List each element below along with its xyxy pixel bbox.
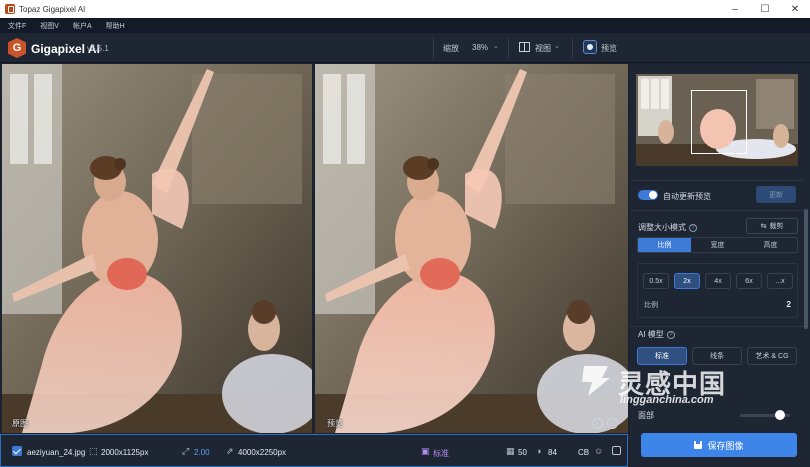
face-refine-label: 面部	[638, 411, 654, 420]
preview-caption: 预览	[327, 419, 343, 428]
scale-input[interactable]: 2	[787, 300, 791, 309]
scale-options-box: 0.5x 2x 4x 6x ...x 比例 2	[637, 263, 798, 318]
panel-divider	[630, 180, 804, 181]
model-art-cg-button[interactable]: 艺术 & CG	[747, 347, 797, 365]
panel-divider	[630, 210, 804, 211]
ai-model-options: 标准 线条 艺术 & CG	[637, 347, 797, 365]
tab-height[interactable]: 高度	[744, 238, 797, 252]
navigator-thumbnail[interactable]	[636, 74, 798, 166]
toolbar-divider	[572, 37, 573, 59]
save-image-label: 保存图像	[707, 440, 744, 451]
original-photo	[2, 64, 312, 433]
scale-option-6x[interactable]: 6x	[736, 273, 762, 289]
scale-value: 2.00	[194, 448, 210, 457]
file-select-checkbox[interactable]	[12, 446, 22, 456]
compare-icon[interactable]: ◐	[592, 418, 603, 429]
view-chevron-down-icon[interactable]: ⌄	[554, 42, 560, 50]
auto-update-toggle[interactable]	[638, 190, 658, 200]
toolbar-divider	[508, 37, 509, 59]
noise-icon: ▦	[506, 446, 515, 456]
app-icon	[5, 4, 15, 14]
version-label: v5.5.1	[87, 44, 109, 53]
toolbar-divider	[433, 37, 434, 59]
scale-option-custom[interactable]: ...x	[767, 273, 793, 289]
scale-option-2x[interactable]: 2x	[674, 273, 700, 289]
compression-value: CB	[578, 448, 590, 457]
window-title: Topaz Gigapixel AI	[19, 4, 86, 14]
file-status-bar[interactable]: aeziyuan_24.jpg ⬚ 2000x1125px ⤢ 2.00 ⇗ 4…	[0, 434, 628, 467]
crop-button[interactable]: ⇆ 裁剪	[746, 218, 798, 234]
compare-controls: ◐ ⊖	[592, 418, 618, 429]
file-name: aeziyuan_24.jpg	[27, 448, 86, 457]
split-view-icon[interactable]	[519, 42, 530, 52]
model-name: 标准	[433, 449, 449, 458]
ai-model-icon: ▣	[421, 446, 430, 456]
tab-scale[interactable]: 比例	[638, 238, 691, 252]
help-icon[interactable]: ?	[689, 223, 697, 232]
split-compare-icon[interactable]: ⊖	[607, 418, 618, 429]
menu-view[interactable]: 视图V	[40, 21, 59, 31]
panel-scrollbar[interactable]	[804, 209, 808, 329]
menu-account[interactable]: 帐户A	[73, 21, 92, 31]
image-size-icon: ⬚	[89, 446, 98, 456]
scale-option-4x[interactable]: 4x	[705, 273, 731, 289]
menu-help[interactable]: 帮助H	[106, 21, 125, 31]
output-size: 4000x2250px	[238, 448, 287, 457]
scale-option-0-5x[interactable]: 0.5x	[643, 273, 669, 289]
zoom-chevron-down-icon[interactable]: ⌄	[493, 42, 499, 50]
crop-label: 裁剪	[769, 223, 784, 230]
close-button[interactable]: ✕	[780, 0, 810, 18]
top-toolbar: G Gigapixel AI v5.5.1 缩放 38% ⌄ 视图 ⌄ 预览	[0, 33, 810, 63]
navigator-viewport-frame[interactable]	[691, 90, 747, 154]
scale-options: 0.5x 2x 4x 6x ...x	[643, 273, 793, 289]
model-standard-button[interactable]: 标准	[637, 347, 687, 365]
face-refine-toggle-knob[interactable]	[775, 410, 785, 420]
resize-mode-tabs: 比例 宽度 高度	[637, 237, 798, 253]
blur-icon: ◑	[536, 446, 542, 456]
scale-label: 比例	[644, 302, 658, 309]
view-dropdown[interactable]: 视图	[535, 43, 551, 54]
tab-width[interactable]: 宽度	[691, 238, 744, 252]
menu-bar: 文件F 视图V 帐户A 帮助H	[0, 18, 810, 33]
save-image-button[interactable]: 保存图像	[641, 433, 797, 457]
preview-eye-icon[interactable]	[583, 40, 597, 54]
auto-update-label: 自动更新预览	[663, 192, 711, 201]
original-image-panel[interactable]: 原图	[2, 64, 312, 433]
gigapixel-logo-icon: G	[8, 38, 26, 58]
watermark-url-text: lingganchina.com	[620, 394, 714, 406]
help-icon[interactable]: ?	[666, 330, 675, 339]
save-floppy-icon	[694, 441, 703, 449]
remove-file-icon[interactable]	[612, 446, 621, 455]
resize-mode-title: 调整大小模式?	[638, 222, 697, 233]
window-title-bar: Topaz Gigapixel AI – ☐ ✕	[0, 0, 810, 18]
noise-value: 50	[518, 448, 527, 457]
model-lines-button[interactable]: 线条	[692, 347, 742, 365]
blur-value: 84	[548, 448, 557, 457]
maximize-button[interactable]: ☐	[750, 0, 780, 18]
window-controls: – ☐ ✕	[720, 0, 810, 18]
watermark-logo-icon	[582, 366, 610, 396]
output-size-icon: ⇗	[226, 446, 234, 456]
face-icon: ☺	[594, 446, 604, 456]
scale-arrows-icon: ⤢	[182, 446, 190, 456]
original-size: 2000x1125px	[101, 448, 149, 457]
panel-divider	[630, 326, 804, 327]
resize-mode-label: 调整大小模式	[638, 223, 686, 232]
minimize-button[interactable]: –	[720, 0, 750, 18]
ai-model-title: AI 模型?	[638, 329, 675, 340]
zoom-label: 缩放	[443, 44, 459, 53]
original-caption: 原图	[12, 419, 28, 428]
crop-icon: ⇆	[760, 223, 767, 230]
update-button[interactable]: 更新	[756, 186, 796, 203]
ai-model-label: AI 模型	[638, 330, 664, 339]
zoom-dropdown[interactable]: 38%	[472, 43, 488, 52]
preview-toggle[interactable]: 预览	[601, 43, 617, 54]
settings-panel: 自动更新预览 更新 调整大小模式? ⇆ 裁剪 比例 宽度 高度 0.5x 2x …	[630, 64, 810, 467]
menu-file[interactable]: 文件F	[8, 21, 26, 31]
